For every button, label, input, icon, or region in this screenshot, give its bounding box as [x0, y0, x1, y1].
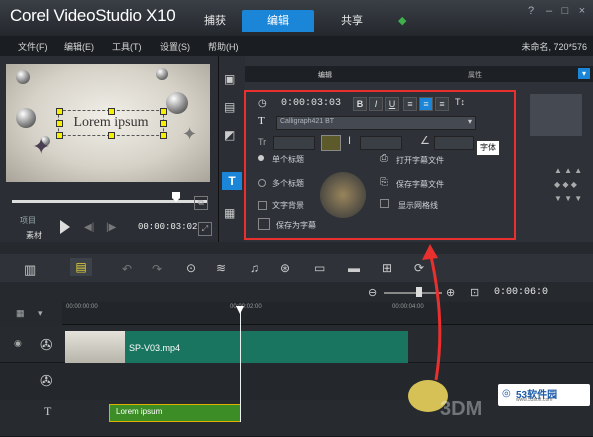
tab-edit[interactable]: 编辑 [242, 10, 314, 32]
ruler-label: 00:00:02:00 [230, 304, 262, 310]
sound-mixer-icon[interactable]: ≋ [216, 261, 226, 275]
video-clip[interactable]: SP-V03.mp4 [65, 331, 408, 363]
menu-bar: 文件(F) 编辑(E) 工具(T) 设置(S) 帮助(H) 未命名, 720*5… [0, 36, 593, 56]
video-clip-name: SP-V03.mp4 [129, 343, 181, 353]
timeline-timecode[interactable]: 0:00:06:0 [494, 287, 548, 298]
style-preview-swatch[interactable] [530, 94, 582, 136]
resize-handle[interactable] [160, 120, 167, 127]
graphics-icon[interactable]: ▦ [224, 206, 235, 220]
add-chapter-icon[interactable]: ▾ [38, 308, 43, 319]
media-icon[interactable]: ▣ [224, 72, 235, 86]
playhead-line[interactable] [240, 306, 241, 422]
zoom-out-icon[interactable]: ⊖ [368, 286, 377, 299]
menu-settings[interactable]: 设置(S) [160, 40, 190, 53]
pan-zoom-icon[interactable]: ⊞ [382, 261, 392, 275]
redo-icon[interactable]: ↷ [152, 262, 162, 276]
star-icon: ✦ [182, 124, 198, 144]
transition-icon[interactable]: ◩ [224, 128, 235, 142]
track-manager-icon[interactable]: ▦ [16, 308, 25, 319]
ruler-label: 00:00:00:00 [66, 304, 98, 310]
scrubber-track[interactable] [12, 200, 208, 203]
menu-tools[interactable]: 工具(T) [112, 40, 142, 53]
time-remap-icon[interactable]: ⟳ [414, 261, 424, 275]
maximize-button[interactable]: □ [558, 4, 572, 18]
app-logo: Corel VideoStudio X10 [10, 6, 176, 25]
help-button[interactable]: ? [524, 4, 538, 18]
ruler-label: 00:00:04:00 [392, 304, 424, 310]
tab-capture[interactable]: 捕获 [185, 10, 245, 32]
minimize-button[interactable]: – [542, 4, 556, 18]
watermark-url: www.53soft.com [516, 397, 553, 403]
ornament-ball [16, 70, 30, 84]
ornament-ball [156, 68, 168, 80]
options-tab-edit[interactable]: 编辑 [318, 70, 332, 80]
clip-thumbnail [65, 331, 125, 363]
title-track-icon: T [44, 404, 52, 418]
overlay-track-icon: ✇ [40, 373, 53, 390]
ornament-ball [166, 92, 188, 114]
title-text-box[interactable]: Lorem ipsum [56, 108, 167, 139]
mode-project[interactable]: 项目 [20, 215, 36, 226]
clip-trim-icon[interactable]: ⧉ [194, 196, 208, 210]
resize-handle[interactable] [160, 108, 167, 115]
fit-project-icon[interactable]: ⊡ [470, 286, 479, 299]
zoom-slider-handle[interactable] [416, 287, 422, 297]
highlight-annotation [244, 90, 516, 240]
resize-handle[interactable] [56, 120, 63, 127]
multi-trim-icon[interactable]: ▬ [348, 261, 360, 275]
storyboard-view-icon[interactable]: ▥ [24, 262, 36, 278]
options-tabs [245, 66, 593, 82]
position-grid[interactable]: ▲ ▲ ▲ ◆ ◆ ◆ ▼ ▼ ▼ [554, 164, 582, 206]
auto-music-icon[interactable]: ♫ [250, 261, 259, 275]
collapse-options-icon[interactable]: ▾ [578, 68, 590, 79]
enlarge-icon[interactable]: ⤢ [198, 222, 212, 236]
project-info: 未命名, 720*576 [521, 42, 587, 52]
menu-edit[interactable]: 编辑(E) [64, 40, 94, 53]
options-tab-attributes[interactable]: 属性 [468, 70, 482, 80]
title-clip-name: Lorem ipsum [116, 407, 163, 416]
resize-handle[interactable] [160, 132, 167, 139]
zoom-in-icon[interactable]: ⊕ [446, 286, 455, 299]
undo-icon[interactable]: ↶ [122, 262, 132, 276]
record-capture-icon[interactable]: ⊙ [186, 261, 196, 275]
watermark-logo-icon: ◎ [502, 388, 511, 399]
title-clip[interactable]: Lorem ipsum [109, 404, 241, 422]
title-library-icon[interactable]: T [222, 172, 242, 190]
zoom-slider-track[interactable] [384, 292, 442, 294]
resize-handle[interactable] [56, 108, 63, 115]
motion-tracking-icon[interactable]: ⊛ [280, 261, 290, 275]
star-icon: ✦ [32, 134, 51, 159]
watermark-3dm: 3DM [440, 398, 483, 420]
play-button[interactable] [60, 220, 70, 234]
upgrade-icon[interactable]: ◆ [398, 14, 410, 27]
site-watermark: ◎ 53软件园 www.53soft.com [498, 384, 590, 406]
resize-handle[interactable] [56, 132, 63, 139]
mode-clip[interactable]: 素材 [26, 230, 42, 241]
track-visibility-icon[interactable]: ◉ [14, 338, 22, 349]
menu-help[interactable]: 帮助(H) [208, 40, 239, 53]
timeline-ruler[interactable]: 00:00:00:00 00:00:02:00 00:00:04:00 [62, 302, 593, 325]
close-button[interactable]: × [575, 4, 589, 18]
subtitle-editor-icon[interactable]: ▭ [314, 261, 325, 275]
timeline-view-icon[interactable]: ▤ [70, 258, 92, 276]
ornament-ball [16, 108, 36, 128]
resize-handle[interactable] [108, 132, 115, 139]
next-frame-icon[interactable]: |▶ [106, 222, 116, 233]
tab-share[interactable]: 共享 [316, 10, 388, 32]
prev-frame-icon[interactable]: ◀| [84, 222, 94, 233]
video-track-icon: ✇ [40, 337, 53, 354]
preview-timecode[interactable]: 00:00:03:02 [138, 222, 197, 232]
resize-handle[interactable] [108, 108, 115, 115]
menu-file[interactable]: 文件(F) [18, 40, 48, 53]
preview-screen[interactable]: ✦ ✦ Lorem ipsum [6, 64, 210, 182]
instant-project-icon[interactable]: ▤ [224, 100, 235, 114]
